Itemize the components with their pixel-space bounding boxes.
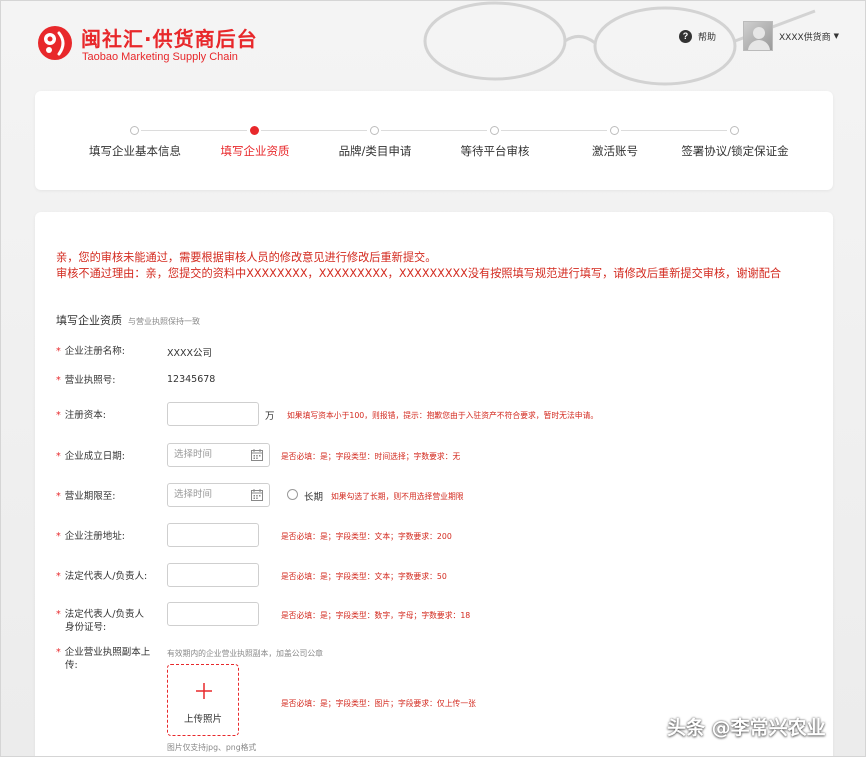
address-input[interactable] <box>167 523 259 547</box>
step-label: 签署协议/锁定保证金 <box>681 144 789 158</box>
term-placeholder: 选择时间 <box>174 489 213 500</box>
legal-rep-input[interactable] <box>167 563 259 587</box>
term-date-input[interactable]: 选择时间 <box>167 483 270 507</box>
section-title-text: 填写企业资质 <box>56 314 122 327</box>
section-title: 填写企业资质 与营业执照保持一致 <box>56 312 200 328</box>
step-label: 品牌/类目申请 <box>338 144 412 158</box>
step-dot <box>730 126 739 135</box>
help-icon: ? <box>679 30 692 43</box>
license-copy-tip: 是否必填：是；字段类型：图片；字段要求：仅上传一张 <box>281 699 476 708</box>
value-license-no: 12345678 <box>167 374 216 385</box>
term-tip: 如果勾选了长期，则不用选择营业期限 <box>331 492 464 501</box>
logo-subtitle: Taobao Marketing Supply Chain <box>82 51 238 63</box>
step-dot <box>250 126 259 135</box>
capital-input[interactable] <box>167 402 259 426</box>
avatar <box>743 21 773 51</box>
step-6: 签署协议/锁定保证金 <box>675 91 795 190</box>
license-copy-hint: 有效期内的企业营业执照副本，加盖公司公章 <box>167 649 323 658</box>
found-date-input[interactable]: 选择时间 <box>167 443 270 467</box>
step-1: 填写企业基本信息 <box>75 91 247 190</box>
watermark: 头条 @李常兴农业 <box>667 717 826 739</box>
steps-card: 填写企业基本信息 填写企业资质 品牌/类目申请 等待平台审核 激活账号 签署协议/锁定保证… <box>35 91 833 190</box>
top-header: 闽社汇·供货商后台 Taobao Marketing Supply Chain … <box>1 1 865 87</box>
user-menu[interactable]: XXXX供货商 ▼ <box>743 21 839 51</box>
form-card: 亲，您的审核未能通过，需要根据审核人员的修改意见进行修改后重新提交。 审核不通过… <box>35 212 833 756</box>
capital-tip: 如果填写资本小于100，则报错，提示：抱歉您由于入驻资产不符合要求，暂时无法申请… <box>287 411 599 420</box>
app-window: 闽社汇·供货商后台 Taobao Marketing Supply Chain … <box>0 0 866 757</box>
help-label: 帮助 <box>698 33 717 43</box>
help-link[interactable]: ? 帮助 <box>679 30 716 43</box>
value-reg-name: XXXX公司 <box>167 348 213 359</box>
label-legal-rep: * 法定代表人/负责人: <box>56 571 148 582</box>
logo-icon <box>38 26 72 60</box>
step-label: 填写企业基本信息 <box>89 144 181 158</box>
reject-notice: 亲，您的审核未能通过，需要根据审核人员的修改意见进行修改后重新提交。 审核不通过… <box>56 250 781 282</box>
logo-title: 闽社汇·供货商后台 <box>81 27 258 51</box>
step-5: 激活账号 <box>555 91 727 190</box>
label-address: * 企业注册地址: <box>56 531 125 542</box>
upload-label: 上传照片 <box>183 714 222 725</box>
calendar-icon <box>251 449 263 461</box>
address-tip: 是否必填：是；字段类型：文本；字数要求：200 <box>281 532 452 541</box>
found-date-tip: 是否必填：是；字段类型：时间选择；字数要求：无 <box>281 452 461 461</box>
step-dot <box>130 126 139 135</box>
label-found-date: * 企业成立日期: <box>56 451 125 462</box>
step-dot <box>610 126 619 135</box>
user-name: XXXX供货商 <box>779 32 831 43</box>
legal-id-tip: 是否必填：是；字段类型：数字，字母；字数要求：18 <box>281 611 471 620</box>
step-2: 填写企业资质 <box>195 91 367 190</box>
step-3: 品牌/类目申请 <box>315 91 487 190</box>
step-4: 等待平台审核 <box>435 91 607 190</box>
notice-line-2: 审核不通过理由：亲，您提交的资料中XXXXXXXX，XXXXXXXXX，XXXX… <box>56 267 782 280</box>
long-term-label: 长期 <box>304 492 324 503</box>
label-legal-id: * 法定代表人/负责人 身份证号: <box>56 609 144 633</box>
label-license-copy: * 企业营业执照副本上 传: <box>56 647 151 671</box>
progress-steps: 填写企业基本信息 填写企业资质 品牌/类目申请 等待平台审核 激活账号 签署协议/锁定保证… <box>35 91 833 190</box>
upload-format-note: 图片仅支持jpg、png格式 <box>167 743 257 752</box>
label-reg-name: * 企业注册名称: <box>56 346 125 357</box>
plus-icon <box>196 683 212 699</box>
step-dot <box>490 126 499 135</box>
long-term-radio[interactable] <box>287 489 298 500</box>
step-dot <box>370 126 379 135</box>
section-hint: 与营业执照保持一致 <box>128 317 200 326</box>
step-label: 激活账号 <box>592 144 638 158</box>
notice-line-1: 亲，您的审核未能通过，需要根据审核人员的修改意见进行修改后重新提交。 <box>56 251 437 264</box>
step-label: 填写企业资质 <box>220 144 290 158</box>
capital-unit: 万 <box>265 411 275 422</box>
caret-down-icon: ▼ <box>833 32 840 40</box>
step-label: 等待平台审核 <box>460 144 530 158</box>
label-license-no: * 营业执照号: <box>56 375 116 386</box>
label-term: * 营业期限至: <box>56 491 116 502</box>
calendar-icon <box>251 489 263 501</box>
label-capital: * 注册资本: <box>56 410 106 421</box>
found-date-placeholder: 选择时间 <box>174 449 213 460</box>
upload-photo-button[interactable]: 上传照片 <box>167 664 239 736</box>
legal-rep-tip: 是否必填：是；字段类型：文本；字数要求：50 <box>281 572 447 581</box>
legal-id-input[interactable] <box>167 602 259 626</box>
